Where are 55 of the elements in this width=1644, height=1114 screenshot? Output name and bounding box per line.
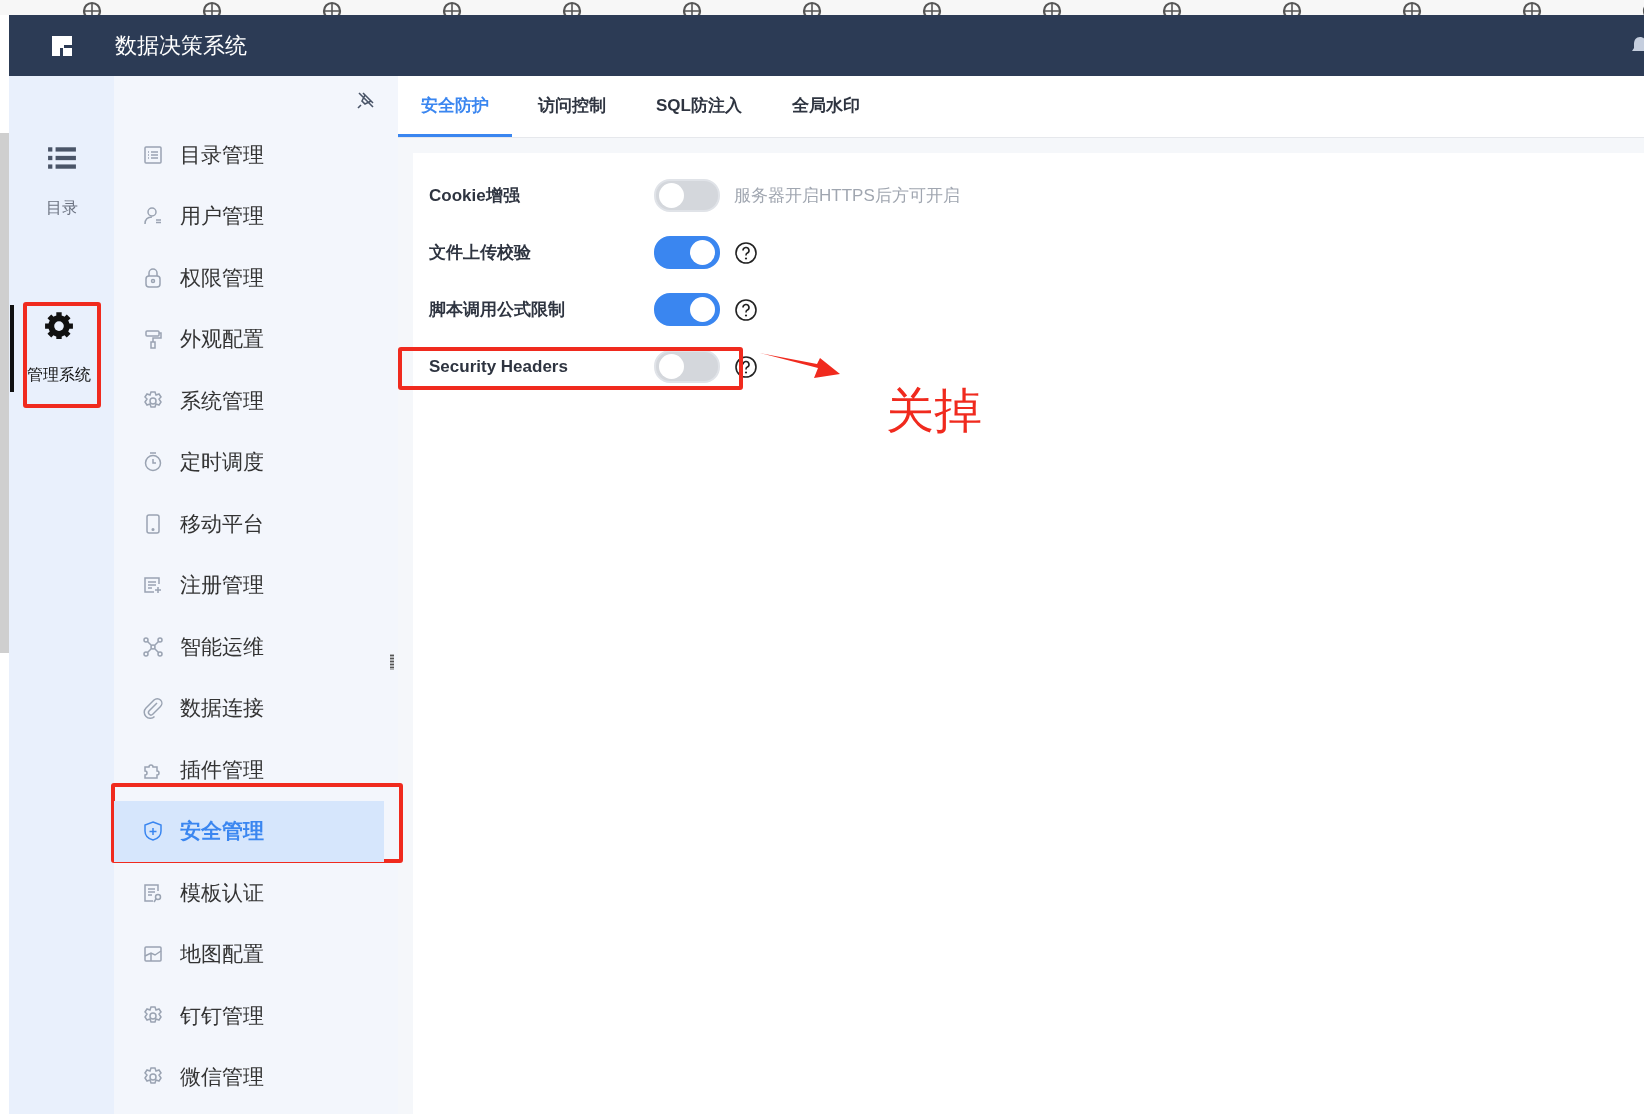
pin-icon[interactable]: [356, 90, 376, 110]
paperclip-icon: [142, 697, 164, 720]
globe-icon: [1282, 1, 1302, 15]
globe-icon: [1402, 1, 1422, 15]
list-icon: [142, 143, 164, 166]
globe-icon: [202, 1, 222, 15]
globe-icon: [1522, 1, 1542, 15]
nav-item[interactable]: 智能运维: [114, 616, 384, 678]
tab[interactable]: 访问控制: [514, 76, 630, 137]
nodes-icon: [142, 635, 164, 658]
nav-item[interactable]: 用户管理: [114, 185, 384, 247]
nav-item[interactable]: 目录管理: [114, 124, 384, 186]
annotation-text: 关掉: [886, 385, 982, 438]
nav-item[interactable]: 权限管理: [114, 247, 384, 309]
globe-icon: [922, 1, 942, 15]
nav-item[interactable]: 注册管理: [114, 554, 384, 616]
rail-item[interactable]: 管理系统: [9, 305, 104, 392]
drag-handle[interactable]: [390, 654, 394, 670]
tab[interactable]: 全局水印: [767, 76, 884, 137]
setting-label: 文件上传校验: [429, 242, 532, 264]
globe-icon: [562, 1, 582, 15]
setting-label: Cookie增强: [429, 185, 521, 207]
globe-icon: [1162, 1, 1182, 15]
timer-icon: [142, 451, 164, 474]
globe-icon: [682, 1, 702, 15]
nav-item[interactable]: 数据连接: [114, 677, 384, 739]
setting-label: 脚本调用公式限制: [429, 299, 566, 321]
globe-icon: [1042, 1, 1062, 15]
toggle-switch[interactable]: [654, 293, 720, 326]
nav-item[interactable]: 地图配置: [114, 923, 384, 985]
nav-item[interactable]: 定时调度: [114, 431, 384, 493]
paint-roller-icon: [142, 328, 164, 351]
nav-item[interactable]: 系统管理: [114, 370, 384, 432]
tab[interactable]: 安全防护: [398, 76, 512, 137]
nav-item[interactable]: 模板认证: [114, 862, 384, 924]
globe-icon: [802, 1, 822, 15]
setting-label: Security Headers: [429, 356, 569, 377]
document-icon: [142, 881, 164, 904]
lock-icon: [142, 266, 164, 289]
gear-icon: [43, 311, 74, 339]
nav-item[interactable]: 微信管理: [114, 1046, 384, 1108]
globe-icon: [322, 1, 342, 15]
hint-text: 服务器开启HTTPS后方可开启: [734, 185, 960, 207]
list-icon: [46, 144, 77, 172]
nav-item[interactable]: 钉钉管理: [114, 985, 384, 1047]
shield-icon: [142, 820, 164, 843]
globe-icon: [442, 1, 462, 15]
toggle-switch[interactable]: [654, 236, 720, 269]
globe-icon: [82, 1, 102, 15]
rail-item[interactable]: 目录: [16, 144, 107, 219]
nav-item[interactable]: 外观配置: [114, 308, 384, 370]
tab[interactable]: SQL防注入: [632, 76, 766, 137]
nav-item[interactable]: 插件管理: [114, 739, 384, 801]
nav-item[interactable]: 移动平台: [114, 493, 384, 555]
app-title: 数据决策系统: [115, 31, 247, 60]
